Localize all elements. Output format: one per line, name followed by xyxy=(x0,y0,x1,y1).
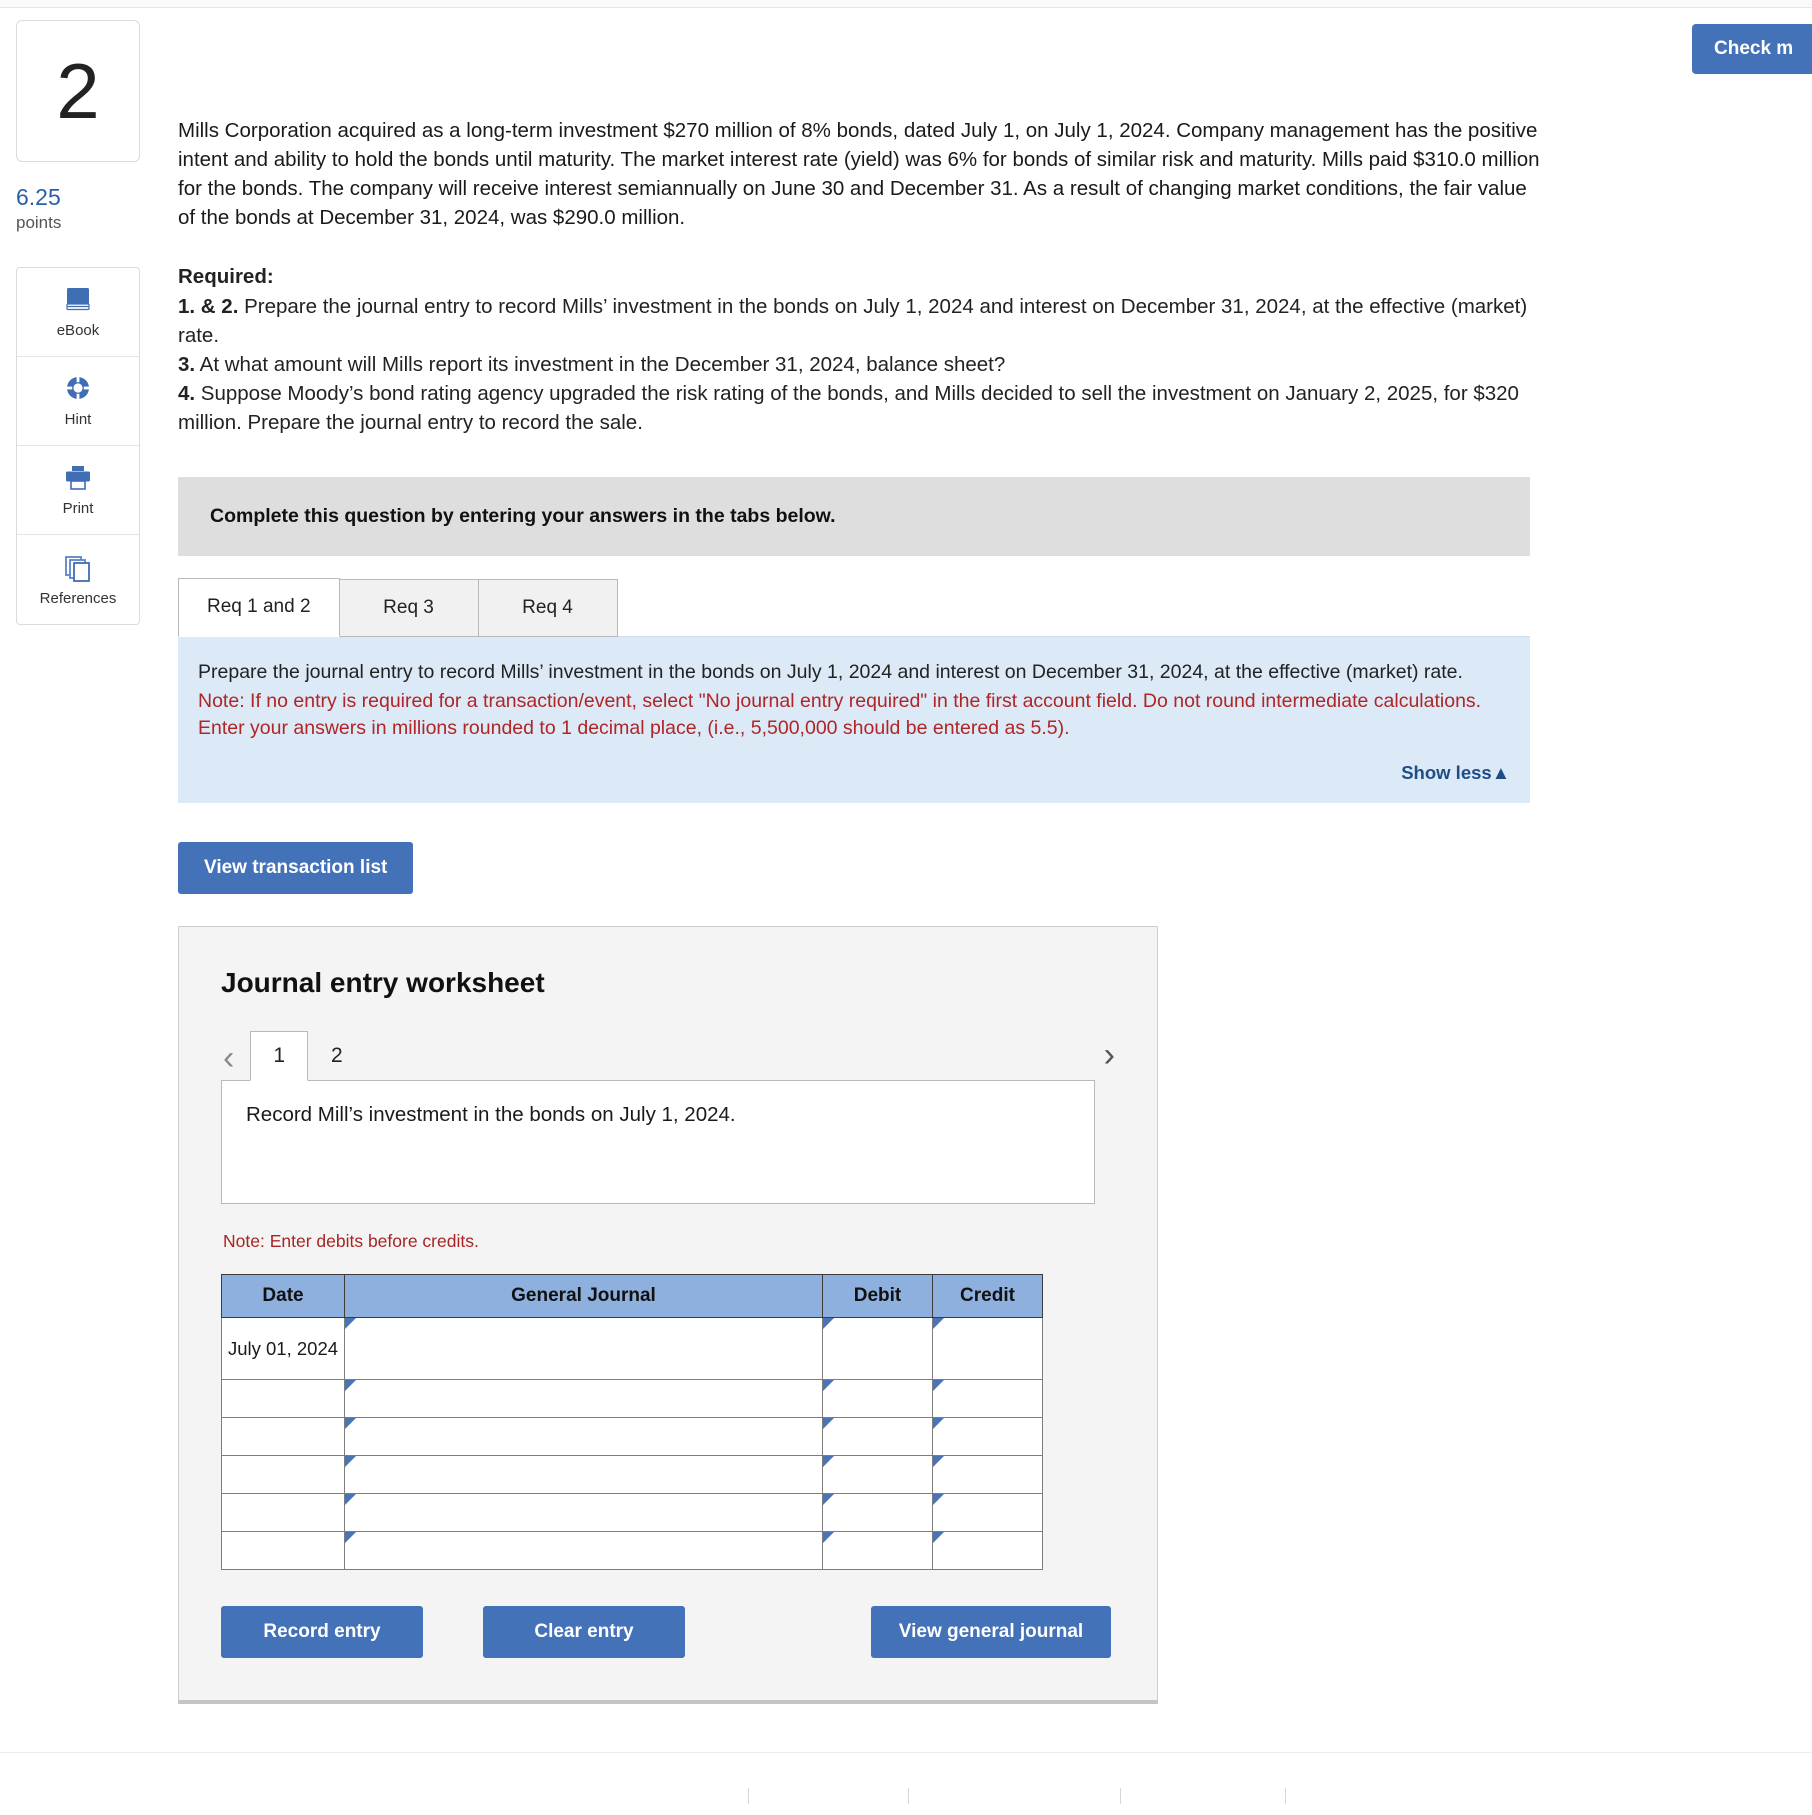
question-body-text: Mills Corporation acquired as a long-ter… xyxy=(178,119,1540,230)
view-transaction-list-button[interactable]: View transaction list xyxy=(178,842,414,895)
footer-ticks xyxy=(0,1788,1812,1806)
sidebar-item-ebook[interactable]: eBook xyxy=(17,268,139,357)
clear-entry-button[interactable]: Clear entry xyxy=(483,1606,685,1659)
sidebar-item-hint[interactable]: Hint xyxy=(17,357,139,446)
sidebar-item-label: References xyxy=(39,589,117,607)
cell-debit[interactable] xyxy=(822,1317,933,1381)
ebook-icon xyxy=(61,285,95,315)
complete-question-banner: Complete this question by entering your … xyxy=(178,477,1530,557)
cell-date[interactable] xyxy=(221,1531,345,1571)
requirement-tabs: Req 1 and 2 Req 3 Req 4 xyxy=(178,578,1558,638)
record-prompt-box: Record Mill’s investment in the bonds on… xyxy=(221,1080,1095,1205)
cell-credit[interactable] xyxy=(932,1455,1043,1495)
worksheet-page-2[interactable]: 2 xyxy=(308,1031,366,1081)
points-value: 6.25 xyxy=(16,184,61,210)
next-page-icon[interactable]: › xyxy=(1104,1036,1115,1081)
requirement-text: Suppose Moody’s bond rating agency upgra… xyxy=(178,381,1519,434)
cell-general-journal[interactable] xyxy=(344,1531,823,1571)
requirement-text: Prepare the journal entry to record Mill… xyxy=(178,294,1528,347)
check-my-work-button[interactable]: Check m xyxy=(1692,24,1812,74)
column-header-general-journal: General Journal xyxy=(344,1274,823,1319)
sidebar-item-label: eBook xyxy=(56,322,100,339)
journal-entry-table: Date General Journal Debit Credit July 0… xyxy=(221,1274,1043,1571)
references-icon xyxy=(61,553,95,583)
cell-debit[interactable] xyxy=(822,1455,933,1495)
print-icon xyxy=(61,463,95,493)
show-less-label: Show less xyxy=(1401,761,1492,783)
table-row xyxy=(221,1455,1043,1495)
cell-debit[interactable] xyxy=(822,1531,933,1571)
cell-general-journal[interactable] xyxy=(344,1379,823,1419)
show-less-toggle[interactable]: Show less▲ xyxy=(198,760,1510,786)
requirements-block: Required: 1. & 2. Prepare the journal en… xyxy=(178,262,1543,437)
cell-date[interactable] xyxy=(221,1417,345,1457)
instructions-panel: Prepare the journal entry to record Mill… xyxy=(178,636,1530,804)
requirement-text: At what amount will Mills report its inv… xyxy=(195,352,1006,376)
cell-credit[interactable] xyxy=(932,1317,1043,1381)
required-heading: Required: xyxy=(178,265,274,289)
requirement-item: 1. & 2. Prepare the journal entry to rec… xyxy=(178,292,1543,350)
sidebar-item-label: Hint xyxy=(64,411,92,428)
cell-debit[interactable] xyxy=(822,1379,933,1419)
caret-up-icon: ▲ xyxy=(1491,761,1510,783)
requirement-item: 4. Suppose Moody’s bond rating agency up… xyxy=(178,379,1543,437)
record-prompt-text: Record Mill’s investment in the bonds on… xyxy=(246,1103,736,1127)
requirement-number: 3. xyxy=(178,352,196,376)
cell-date[interactable] xyxy=(221,1493,345,1533)
instructions-note: Note: If no entry is required for a tran… xyxy=(198,690,1482,739)
worksheet-actions: Record entry Clear entry View general jo… xyxy=(221,1606,1111,1659)
view-general-journal-button[interactable]: View general journal xyxy=(871,1606,1111,1659)
cell-general-journal[interactable] xyxy=(344,1317,823,1381)
journal-entry-worksheet: Journal entry worksheet ‹ 1 2 › Record M… xyxy=(178,926,1158,1705)
tab-req-4[interactable]: Req 4 xyxy=(477,579,618,638)
table-row xyxy=(221,1379,1043,1419)
table-row xyxy=(221,1417,1043,1457)
cell-general-journal[interactable] xyxy=(344,1417,823,1457)
cell-credit[interactable] xyxy=(932,1417,1043,1457)
question-body: Mills Corporation acquired as a long-ter… xyxy=(178,116,1540,232)
cell-credit[interactable] xyxy=(932,1379,1043,1419)
debits-before-credits-note: Note: Enter debits before credits. xyxy=(223,1231,479,1252)
footer-divider xyxy=(0,1752,1812,1753)
record-entry-button[interactable]: Record entry xyxy=(221,1606,423,1659)
table-row xyxy=(221,1531,1043,1571)
sidebar-item-print[interactable]: Print xyxy=(17,446,139,535)
tool-list: eBook Hint Print References xyxy=(16,267,140,625)
requirement-number: 4. xyxy=(178,381,196,405)
table-row xyxy=(221,1493,1043,1533)
column-header-debit: Debit xyxy=(822,1274,933,1319)
requirement-number: 1. & 2. xyxy=(178,294,239,318)
tab-req-1-and-2[interactable]: Req 1 and 2 xyxy=(178,578,340,638)
cell-credit[interactable] xyxy=(932,1493,1043,1533)
question-number-box: 2 xyxy=(16,20,140,162)
table-header-row: Date General Journal Debit Credit xyxy=(221,1274,1043,1319)
column-header-credit: Credit xyxy=(932,1274,1043,1319)
worksheet-pager: ‹ 1 2 › xyxy=(221,1029,1115,1082)
cell-credit[interactable] xyxy=(932,1531,1043,1571)
sidebar-item-label: Print xyxy=(62,500,94,517)
sidebar-item-references[interactable]: References xyxy=(17,535,139,624)
requirement-item: 3. At what amount will Mills report its … xyxy=(178,350,1543,379)
cell-debit[interactable] xyxy=(822,1493,933,1533)
cell-date: July 01, 2024 xyxy=(221,1317,345,1381)
tab-req-3[interactable]: Req 3 xyxy=(338,579,479,638)
worksheet-title: Journal entry worksheet xyxy=(221,967,545,999)
cell-date[interactable] xyxy=(221,1455,345,1495)
cell-date[interactable] xyxy=(221,1379,345,1419)
cell-general-journal[interactable] xyxy=(344,1455,823,1495)
question-number: 2 xyxy=(56,47,100,135)
cell-debit[interactable] xyxy=(822,1417,933,1457)
column-header-date: Date xyxy=(221,1274,345,1319)
prev-page-icon[interactable]: ‹ xyxy=(221,1041,250,1081)
worksheet-page-1[interactable]: 1 xyxy=(250,1031,309,1082)
instructions-prompt: Prepare the journal entry to record Mill… xyxy=(198,661,1463,684)
question-rail: 2 6.25 points eBook Hint Print Reference… xyxy=(16,20,140,625)
cell-general-journal[interactable] xyxy=(344,1493,823,1533)
table-row: July 01, 2024 xyxy=(221,1317,1043,1381)
points-label: points xyxy=(16,213,62,232)
main-content: Mills Corporation acquired as a long-ter… xyxy=(178,0,1558,1705)
hint-icon xyxy=(61,374,95,404)
